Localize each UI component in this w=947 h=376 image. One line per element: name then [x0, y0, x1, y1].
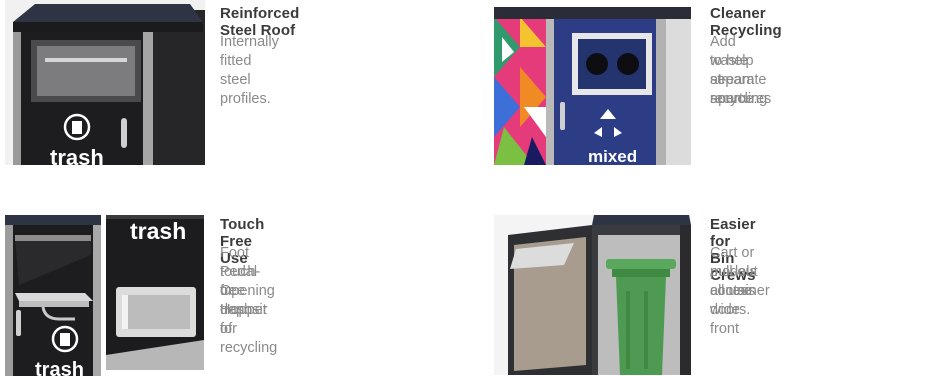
- open-door-cart-bin-image: [494, 215, 691, 375]
- feature-description-line: access doors.: [710, 283, 756, 318]
- feature-description-line: or trash.: [220, 283, 257, 318]
- feature-description-line: at-source.: [710, 72, 758, 107]
- bin-mixed-label: mixed: [588, 147, 637, 165]
- recycling-bin-image: mixed: [494, 7, 691, 165]
- bin-trash-label: trash: [35, 359, 84, 376]
- foot-pedal-closeup-image: trash: [106, 215, 204, 370]
- bin-trash-label: trash: [130, 218, 186, 244]
- open-hopper-bin-image: trash: [5, 215, 101, 376]
- bin-trash-label: trash: [50, 145, 104, 165]
- reinforced-roof-bin-image: trash: [5, 0, 205, 165]
- feature-description: Internally fitted steel profiles.: [220, 34, 279, 107]
